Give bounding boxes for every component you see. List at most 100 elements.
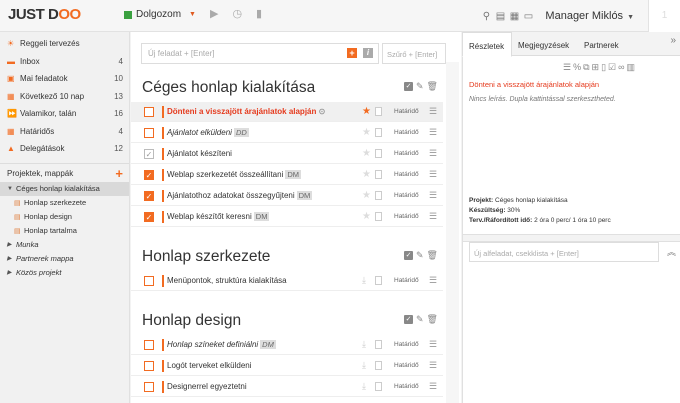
chevron-down-icon[interactable]: ▼ xyxy=(189,11,196,18)
history-icon[interactable]: ◷ xyxy=(232,9,242,20)
project-item[interactable]: ▤ Honlap design xyxy=(0,210,129,224)
sidebar-item[interactable]: ☀ Reggeli tervezés xyxy=(0,35,129,53)
folder-item[interactable]: ▶ Munka xyxy=(0,238,129,252)
timer-control[interactable]: Dolgozom ▼ ▶ ◷ ▮ xyxy=(124,9,262,20)
file-icon[interactable] xyxy=(375,149,382,158)
star-icon[interactable]: ★ xyxy=(362,127,371,138)
task-row[interactable]: ✓ Weblap szerkezetét összeállítani DM ★ Hatá… xyxy=(131,165,443,185)
task-row[interactable]: Ajánlatot elkülden​i DD ★ Határidő ☰ xyxy=(131,123,443,143)
add-icon[interactable]: ⊞ xyxy=(592,62,602,72)
sidebar-item[interactable]: ▦ Következő 10 nap 13 xyxy=(0,88,129,106)
due-date-label[interactable]: Határidő xyxy=(394,277,419,284)
task-text[interactable]: Dönteni a visszajött árajánlatok alapján… xyxy=(167,107,325,116)
subtask-input[interactable]: Új alfeladat, csekklista + [Enter] xyxy=(469,242,659,262)
tab-partners[interactable]: Partnerek xyxy=(584,32,619,56)
checkbox-icon[interactable]: ☑ xyxy=(608,62,618,72)
caret-down-icon[interactable]: ▼ xyxy=(7,186,16,192)
file-icon[interactable] xyxy=(375,276,382,285)
due-date-label[interactable]: Határidő xyxy=(394,129,419,136)
due-date-label[interactable]: Határidő xyxy=(394,213,419,220)
task-checkbox[interactable]: ✓ xyxy=(144,212,154,222)
task-text[interactable]: Weblap készítőt keresni DM xyxy=(167,212,270,221)
logo[interactable]: JUST DOO xyxy=(8,6,81,23)
menu-icon[interactable]: ☰ xyxy=(429,128,437,137)
trash-icon[interactable]: 🗑 xyxy=(427,250,438,261)
download-icon[interactable]: ⤓ xyxy=(362,360,366,371)
trash-icon[interactable]: 🗑 xyxy=(427,314,438,325)
file-icon[interactable] xyxy=(375,340,382,349)
percent-icon[interactable]: % xyxy=(573,62,583,72)
sidebar-item[interactable]: ▬ Inbox 4 xyxy=(0,53,129,71)
edit-icon[interactable]: ✎ xyxy=(416,250,424,261)
trash-icon[interactable]: 🗑 xyxy=(427,81,438,92)
task-text[interactable]: Ajánlatothoz adatokat összegyűjteni DM xyxy=(167,191,313,200)
link-icon[interactable]: ∞ xyxy=(618,62,626,72)
info-icon[interactable]: i xyxy=(363,48,373,58)
copy-icon[interactable]: ⧉ xyxy=(583,62,591,72)
task-checkbox[interactable] xyxy=(144,382,154,392)
menu-icon[interactable]: ☰ xyxy=(429,382,437,391)
arrow-circle-icon[interactable]: ⊙ xyxy=(319,107,326,116)
sidebar-item[interactable]: ▲ Delegátások 12 xyxy=(0,140,129,158)
new-task-input[interactable]: Új feladat + [Enter] xyxy=(141,43,379,64)
task-row[interactable]: Dönteni a visszajött árajánlatok alapján… xyxy=(131,102,443,122)
checkbox-icon[interactable]: ✓ xyxy=(404,82,413,91)
file-icon[interactable] xyxy=(375,170,382,179)
search-icon[interactable]: ⚲ xyxy=(479,11,493,22)
checkbox-icon[interactable]: ✓ xyxy=(404,315,413,324)
caret-right-icon[interactable]: ▶ xyxy=(7,255,16,262)
folder-item[interactable]: ▶ Partnerek mappa xyxy=(0,252,129,266)
calendar-icon[interactable]: ▦ xyxy=(507,11,521,22)
star-icon[interactable]: ★ xyxy=(362,169,371,180)
notes-icon[interactable]: ▤ xyxy=(493,11,507,22)
task-row[interactable]: ✓ Ajánlatot készíteni ★ Határidő ☰ xyxy=(131,144,443,164)
task-checkbox[interactable]: ✓ xyxy=(144,170,154,180)
star-icon[interactable]: ★ xyxy=(362,190,371,201)
menu-icon[interactable]: ☰ xyxy=(429,212,437,221)
file-icon[interactable] xyxy=(375,107,382,116)
edit-icon[interactable]: ✎ xyxy=(416,314,424,325)
sidebar-item[interactable]: ▦ Határidős 4 xyxy=(0,123,129,141)
task-checkbox[interactable] xyxy=(144,107,154,117)
task-row[interactable]: ✓ Weblap készítőt keresni DM ★ Határidő ☰ xyxy=(131,207,443,227)
task-row[interactable]: Honlap színeket definiálni DM ⤓ Határidő ☰ xyxy=(131,335,443,355)
due-date-label[interactable]: Határidő xyxy=(394,362,419,369)
task-row[interactable]: ✓ Ajánlatothoz adatokat összegyűjteni DM ★ H… xyxy=(131,186,443,206)
due-date-label[interactable]: Határidő xyxy=(394,171,419,178)
user-menu[interactable]: Manager Miklós ▼ xyxy=(545,10,634,22)
due-date-label[interactable]: Határidő xyxy=(394,341,419,348)
task-checkbox[interactable]: ✓ xyxy=(144,149,154,159)
sidebar-item[interactable]: ⏩ Valamikor, talán 16 xyxy=(0,105,129,123)
project-item[interactable]: ▤ Honlap szerkezete xyxy=(0,196,129,210)
task-text[interactable]: Logót terveket elküldeni xyxy=(167,361,252,370)
project-item[interactable]: ▤ Honlap tartalma xyxy=(0,224,129,238)
due-date-label[interactable]: Határidő xyxy=(394,192,419,199)
task-row[interactable]: Designerrel egyeztetni ⤓ Határidő ☰ xyxy=(131,377,443,397)
section-title[interactable]: Honlap szerkezete xyxy=(142,248,270,266)
section-title[interactable]: Céges honlap kialakítása xyxy=(142,79,315,97)
menu-icon[interactable]: ☰ xyxy=(429,107,437,116)
task-text[interactable]: Honlap színeket definiálni DM xyxy=(167,340,276,349)
file-icon[interactable] xyxy=(375,128,382,137)
task-checkbox[interactable] xyxy=(144,361,154,371)
menu-icon[interactable]: ☰ xyxy=(429,170,437,179)
document-icon[interactable]: ▯ xyxy=(601,62,608,72)
due-date-label[interactable]: Határidő xyxy=(394,383,419,390)
list-icon[interactable]: ☰ xyxy=(563,62,573,72)
stats-icon[interactable]: ▮ xyxy=(256,9,262,20)
star-icon[interactable]: ★ xyxy=(362,106,371,117)
project-item[interactable]: ▼ Céges honlap kialakítása xyxy=(0,181,129,196)
collapse-up-icon[interactable]: ︽ xyxy=(667,245,676,258)
play-icon[interactable]: ▶ xyxy=(210,9,218,20)
file-icon[interactable] xyxy=(375,191,382,200)
task-text[interactable]: Ajánlatot készíteni xyxy=(167,149,232,158)
task-text[interactable]: Weblap szerkezetét összeállítani DM xyxy=(167,170,302,179)
file-icon[interactable] xyxy=(375,382,382,391)
task-checkbox[interactable] xyxy=(144,128,154,138)
delete-icon[interactable]: ▥ xyxy=(627,62,638,72)
menu-icon[interactable]: ☰ xyxy=(429,276,437,285)
caret-right-icon[interactable]: ▶ xyxy=(7,269,16,276)
section-title[interactable]: Honlap design xyxy=(142,312,241,330)
task-row[interactable]: Logót terveket elküldeni ⤓ Határidő ☰ xyxy=(131,356,443,376)
print-icon[interactable]: ▭ xyxy=(521,11,535,22)
